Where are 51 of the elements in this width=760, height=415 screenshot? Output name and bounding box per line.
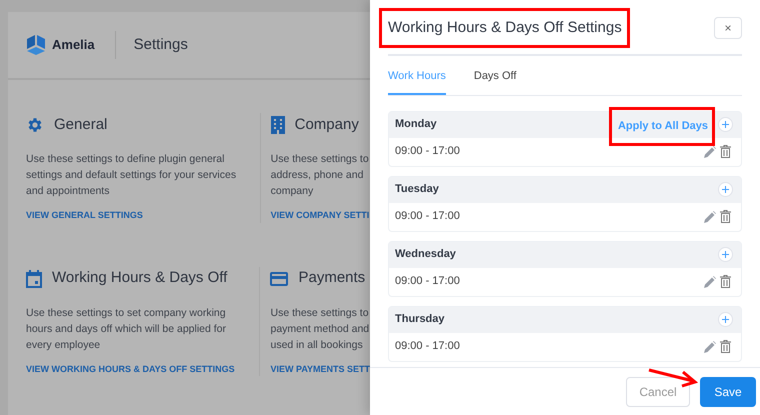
view-settings-link[interactable]: VIEW WORKING HOURS & DAYS OFF SETTINGS <box>26 362 248 376</box>
view-settings-link[interactable]: VIEW COMPANY SETTI <box>270 209 370 222</box>
pencil-icon[interactable] <box>704 340 716 352</box>
close-button[interactable]: × <box>714 17 742 39</box>
add-button[interactable] <box>718 312 733 327</box>
save-button[interactable]: Save <box>700 376 756 406</box>
card-title: Working Hours & Days Off <box>52 268 228 288</box>
brand-name: Amelia <box>52 36 95 54</box>
trash-icon[interactable] <box>720 145 731 158</box>
gear-icon <box>26 116 44 134</box>
add-button[interactable] <box>718 182 733 197</box>
time-interval: 09:00 - 17:00 <box>395 144 460 160</box>
day-name: Thursday <box>395 312 445 328</box>
plus-icon <box>722 251 729 258</box>
day-name: Tuesday <box>395 182 439 198</box>
annotation-arrow <box>647 366 699 388</box>
view-settings-link[interactable]: VIEW GENERAL SETTINGS <box>26 209 248 222</box>
trash-icon[interactable] <box>720 210 731 223</box>
plus-icon <box>722 121 729 128</box>
apply-to-all-days-link[interactable]: Apply to All Days <box>618 118 708 134</box>
page-title: Settings <box>134 34 188 55</box>
time-interval: 09:00 - 17:00 <box>395 339 460 354</box>
plus-icon <box>722 186 729 193</box>
cancel-button[interactable]: Cancel <box>626 376 690 406</box>
view-settings-link[interactable]: VIEW PAYMENTS SETT <box>270 362 370 376</box>
dialog-title: Working Hours & Days Off Settings <box>388 19 622 36</box>
card-title: General <box>54 114 108 135</box>
day-name: Monday <box>395 117 437 132</box>
day-name: Wednesday <box>395 247 456 262</box>
calendar-icon <box>26 270 42 288</box>
trash-icon[interactable] <box>720 275 731 288</box>
credit-card-icon <box>270 272 288 286</box>
card-description: Use these settings to define plugin general settings and default settings for your services and appointments <box>26 152 238 199</box>
card-title: Company <box>294 114 359 135</box>
time-interval: 09:00 - 17:00 <box>395 209 460 224</box>
card-description: Use these settings to address, phone and company <box>270 152 370 199</box>
tab[interactable]: Days Off <box>474 68 516 94</box>
tab[interactable]: Work Hours <box>388 68 446 94</box>
time-interval: 09:00 - 17:00 <box>395 274 460 290</box>
pencil-icon[interactable] <box>704 276 716 288</box>
card-description: Use these settings to payment method and used in all bookings <box>270 306 370 352</box>
plus-icon <box>722 316 729 323</box>
building-icon <box>270 116 285 134</box>
card-title: Payments <box>298 268 366 288</box>
trash-icon[interactable] <box>720 340 731 353</box>
pencil-icon[interactable] <box>704 210 716 222</box>
add-button[interactable] <box>718 117 733 132</box>
card-description: Use these settings to set company working hours and days off which will be applied for every employee <box>26 306 228 352</box>
pencil-icon[interactable] <box>704 146 716 158</box>
logo-icon <box>26 35 46 55</box>
add-button[interactable] <box>718 247 733 262</box>
